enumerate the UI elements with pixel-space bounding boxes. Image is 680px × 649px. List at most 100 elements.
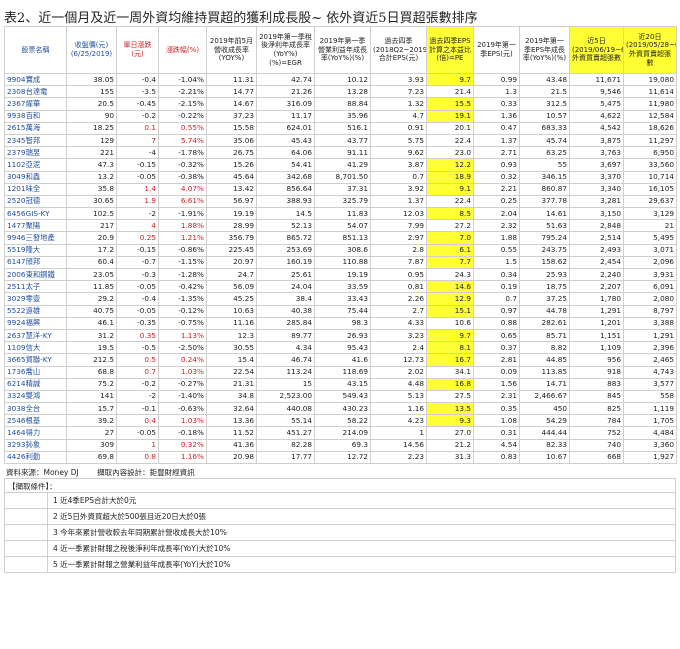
cell-eps-4q: 3.87 — [370, 158, 427, 172]
cell-stock-name[interactable]: 2379瑞昱 — [4, 146, 67, 160]
col-header-change: 單日漲跌 (元) — [116, 26, 159, 74]
cell-stock-name[interactable]: 3293鈊象 — [4, 438, 67, 452]
col-header-eps-q1: 2019年第一季EPS(元) — [473, 26, 520, 74]
cell-revenue-growth: 11.31 — [206, 72, 257, 87]
cell-stock-name[interactable]: 1109信大 — [4, 341, 67, 355]
cell-eps-4q: 1.32 — [370, 97, 427, 111]
cell-foreign-20d: 12,584 — [623, 109, 677, 123]
cell-stock-name[interactable]: 6456GIS-KY — [4, 207, 67, 221]
cell-stock-name[interactable]: 2546根基 — [4, 414, 67, 428]
cell-eps-4q: 14.56 — [370, 438, 427, 452]
cell-op-growth: 69.3 — [314, 438, 371, 452]
table-row: 9924福興 46.1 -0.35 -0.75% 11.16 285.84 98.3 4.33… — [4, 316, 677, 330]
table-row: 3038全台 15.7 -0.1 -0.63% 32.64 440.08 430.23 1.1… — [4, 402, 677, 416]
cell-stock-name[interactable]: 3324雙鴻 — [4, 389, 67, 404]
condition-text: 4 近一季累計財報之稅後淨利年成長率(YoY)大於10% — [53, 544, 231, 553]
cell-stock-name[interactable]: 2615萬海 — [4, 121, 67, 135]
cell-egr: 14.5 — [256, 207, 315, 221]
cell-egr: 11.17 — [256, 109, 315, 123]
cell-pe-ratio: 9.1 — [426, 182, 474, 196]
cell-stock-name[interactable]: 3665貿聯-KY — [4, 353, 67, 367]
table-body: 9904寶成 38.05 -0.4 -1.04% 11.31 42.74 10.12 3.93… — [4, 72, 677, 465]
cell-revenue-growth: 34.8 — [206, 389, 257, 404]
cell-stock-name[interactable]: 9924福興 — [4, 316, 67, 330]
cell-stock-name[interactable]: 2637慧洋-KY — [4, 328, 67, 343]
cell-eps-q1: 0.99 — [473, 72, 520, 87]
cell-revenue-growth: 41.36 — [206, 438, 257, 452]
cell-stock-name[interactable]: 1477聚陽 — [4, 219, 67, 233]
table-row: 2637慧洋-KY 31.2 0.35 1.13% 12.3 89.77 26.93 3.23… — [4, 328, 677, 343]
cell-stock-name[interactable]: 2520冠德 — [4, 194, 67, 209]
cell-pe-ratio: 19.1 — [426, 109, 474, 123]
cell-foreign-5d: 740 — [569, 438, 624, 452]
cell-change-pct: -0.12% — [158, 304, 207, 318]
cell-stock-name[interactable]: 2308台達電 — [4, 85, 67, 99]
cell-change-pct: 6.61% — [158, 194, 207, 209]
cell-foreign-20d: 1,119 — [623, 402, 677, 416]
condition-text: 3 今年來累計營收較去年同期累計營收成長大於10% — [53, 528, 227, 537]
cell-day-change: -0.45 — [116, 97, 159, 111]
cell-foreign-20d: 18,626 — [623, 121, 677, 135]
cell-close-price: 15.7 — [66, 402, 117, 416]
cell-foreign-20d: 29,637 — [623, 194, 677, 209]
cell-stock-name[interactable]: 1201味全 — [4, 182, 67, 196]
cell-day-change: 1.9 — [116, 194, 159, 209]
cell-stock-name[interactable]: 6214精誠 — [4, 377, 67, 391]
cell-revenue-growth: 10.63 — [206, 304, 257, 318]
cell-change-pct: -0.63% — [158, 402, 207, 416]
cell-stock-name[interactable]: 2345智邦 — [4, 133, 67, 148]
cell-eps-q1: 0.83 — [473, 450, 520, 465]
cell-pe-ratio: 15.1 — [426, 304, 474, 318]
cell-op-growth: 110.88 — [314, 255, 371, 270]
cell-eps-q1: 0.88 — [473, 316, 520, 330]
cell-eps-yoy: 25.93 — [519, 267, 570, 282]
cell-stock-name[interactable]: 2006東和鋼鐵 — [4, 267, 67, 282]
cell-stock-name[interactable]: 5522遠雄 — [4, 304, 67, 318]
cell-stock-name[interactable]: 9938百和 — [4, 109, 67, 123]
cell-eps-q1: 0.33 — [473, 97, 520, 111]
cell-foreign-20d: 10,714 — [623, 170, 677, 184]
cell-close-price: 75.2 — [66, 377, 117, 391]
cell-foreign-5d: 1,291 — [569, 304, 624, 318]
cell-stock-name[interactable]: 1736喬山 — [4, 365, 67, 379]
cell-egr: 21.26 — [256, 85, 315, 99]
cell-stock-name[interactable]: 9946三發地產 — [4, 231, 67, 245]
cell-egr: 160.19 — [256, 255, 315, 270]
cell-eps-4q: 4.7 — [370, 109, 427, 123]
cell-egr: 40.38 — [256, 304, 315, 318]
cell-stock-name[interactable]: 2367燿華 — [4, 97, 67, 111]
cell-eps-yoy: 14.71 — [519, 377, 570, 391]
cell-eps-q1: 0.7 — [473, 292, 520, 306]
cell-stock-name[interactable]: 3049和鑫 — [4, 170, 67, 184]
cell-close-price: 13.2 — [66, 170, 117, 184]
cell-eps-4q: 1.16 — [370, 402, 427, 416]
cell-stock-name[interactable]: 2511太子 — [4, 280, 67, 294]
cell-stock-name[interactable]: 4426利勤 — [4, 450, 67, 465]
cell-op-growth: 8,701.50 — [314, 170, 371, 184]
cell-pe-ratio: 23.0 — [426, 146, 474, 160]
cell-eps-yoy: 10.57 — [519, 109, 570, 123]
cell-day-change: -2 — [116, 207, 159, 221]
cell-eps-q1: 0.19 — [473, 280, 520, 294]
cell-foreign-5d: 845 — [569, 389, 624, 404]
col-header-foreign-5d: 近5日(2019/06/19~6/25)外資買賣超張數 — [569, 26, 624, 74]
cell-stock-name[interactable]: 3038全台 — [4, 402, 67, 416]
source-text: 資料來源：Money DJ — [6, 468, 79, 477]
cell-change-pct: -1.78% — [158, 146, 207, 160]
cell-stock-name[interactable]: 3029零壹 — [4, 292, 67, 306]
cell-op-growth: 26.93 — [314, 328, 371, 343]
cell-eps-4q: 0.81 — [370, 280, 427, 294]
table-row: 1477聚陽 217 4 1.88% 28.99 52.13 54.07 7.99 27.2 2.… — [4, 219, 677, 233]
cell-stock-name[interactable]: 9904寶成 — [4, 72, 67, 87]
cell-revenue-growth: 22.54 — [206, 365, 257, 379]
cell-pe-ratio: 21.2 — [426, 438, 474, 452]
col-header-eps-yoy: 2019年第一季EPS年成長率(YoY%)(%) — [519, 26, 570, 74]
cell-close-price: 40.75 — [66, 304, 117, 318]
cell-stock-name[interactable]: 1464得力 — [4, 426, 67, 440]
table-row: 9938百和 90 -0.2 -0.22% 37.23 11.17 35.96 4.7 19.1… — [4, 109, 677, 123]
cell-foreign-5d: 2,848 — [569, 219, 624, 233]
cell-revenue-growth: 21.31 — [206, 377, 257, 391]
cell-stock-name[interactable]: 1102亞泥 — [4, 158, 67, 172]
cell-stock-name[interactable]: 5519隆大 — [4, 243, 67, 257]
cell-stock-name[interactable]: 6147頎邦 — [4, 255, 67, 270]
